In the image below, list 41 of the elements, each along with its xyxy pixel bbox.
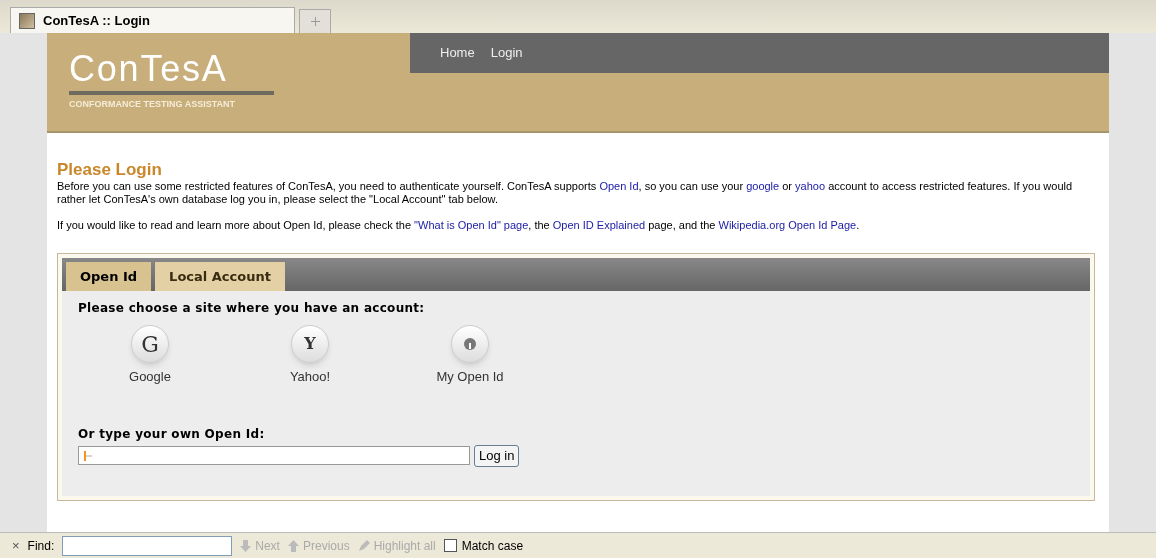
up-arrow-icon xyxy=(287,539,299,552)
g-letter-icon: G xyxy=(141,327,159,361)
close-button[interactable]: × xyxy=(12,535,20,556)
openid-input[interactable] xyxy=(78,446,470,465)
text-link[interactable]: google xyxy=(746,180,780,192)
choose-label: Please choose a site where you have an account: xyxy=(78,300,426,317)
new-tab-button[interactable] xyxy=(299,9,331,33)
provider-label: My Open Id xyxy=(436,368,504,386)
find-label: Find: xyxy=(27,537,55,555)
tab-title: ConTesA :: Login xyxy=(43,11,150,30)
site-logo: ConTesA xyxy=(69,49,229,89)
intro-paragraph: Before you can use some restricted features of ConTesA, you need to authenticate yourself. ConTesA supports Open Id, so you can use your google or yahoo account to access restricted features. If you would rather let ConTesA's own database log you in, please select the "Local Account" tab below. xyxy=(57,180,1074,206)
provider-button[interactable] xyxy=(451,325,489,363)
find-field[interactable] xyxy=(62,535,233,556)
login-button[interactable]: Log in xyxy=(474,444,520,467)
down-arrow-icon xyxy=(240,539,252,552)
nav-link[interactable]: Home xyxy=(440,43,475,63)
provider-label: Yahoo! xyxy=(289,368,331,386)
openid-icon xyxy=(463,337,477,351)
text-link[interactable]: Wikipedia.org Open Id Page xyxy=(718,219,857,231)
openid-icon xyxy=(81,449,93,462)
panel-tab[interactable]: Open Id xyxy=(66,262,152,291)
panel-tab[interactable]: Local Account xyxy=(155,262,285,291)
browser-tab[interactable]: ConTesA :: Login xyxy=(10,7,295,33)
pen-icon xyxy=(357,539,370,552)
text-link[interactable]: yahoo xyxy=(795,180,826,192)
provider-button[interactable]: G xyxy=(131,325,169,363)
plus-icon xyxy=(310,17,320,26)
y-letter-icon: Y xyxy=(304,332,316,356)
page-heading: Please Login xyxy=(57,160,163,180)
page-icon xyxy=(19,12,35,29)
provider-label: Google xyxy=(129,368,171,386)
site-tagline: CONFORMANCE TESTING ASSISTANT xyxy=(69,98,236,111)
intro-paragraph: If you would like to read and learn more about Open Id, please check the "What is Open Id" page, the Open ID Explained page, and the Wikipedia.org Open Id Page. xyxy=(57,219,861,232)
provider-button[interactable]: Y xyxy=(291,325,329,363)
match-case-label: Match case xyxy=(461,537,524,555)
nav-link[interactable]: Login xyxy=(490,43,523,63)
match-case-checkbox[interactable] xyxy=(443,539,457,552)
text-link[interactable]: Open Id xyxy=(599,180,639,192)
own-openid-label: Or type your own Open Id: xyxy=(78,425,266,443)
text-link[interactable]: Open ID Explained xyxy=(552,219,646,231)
